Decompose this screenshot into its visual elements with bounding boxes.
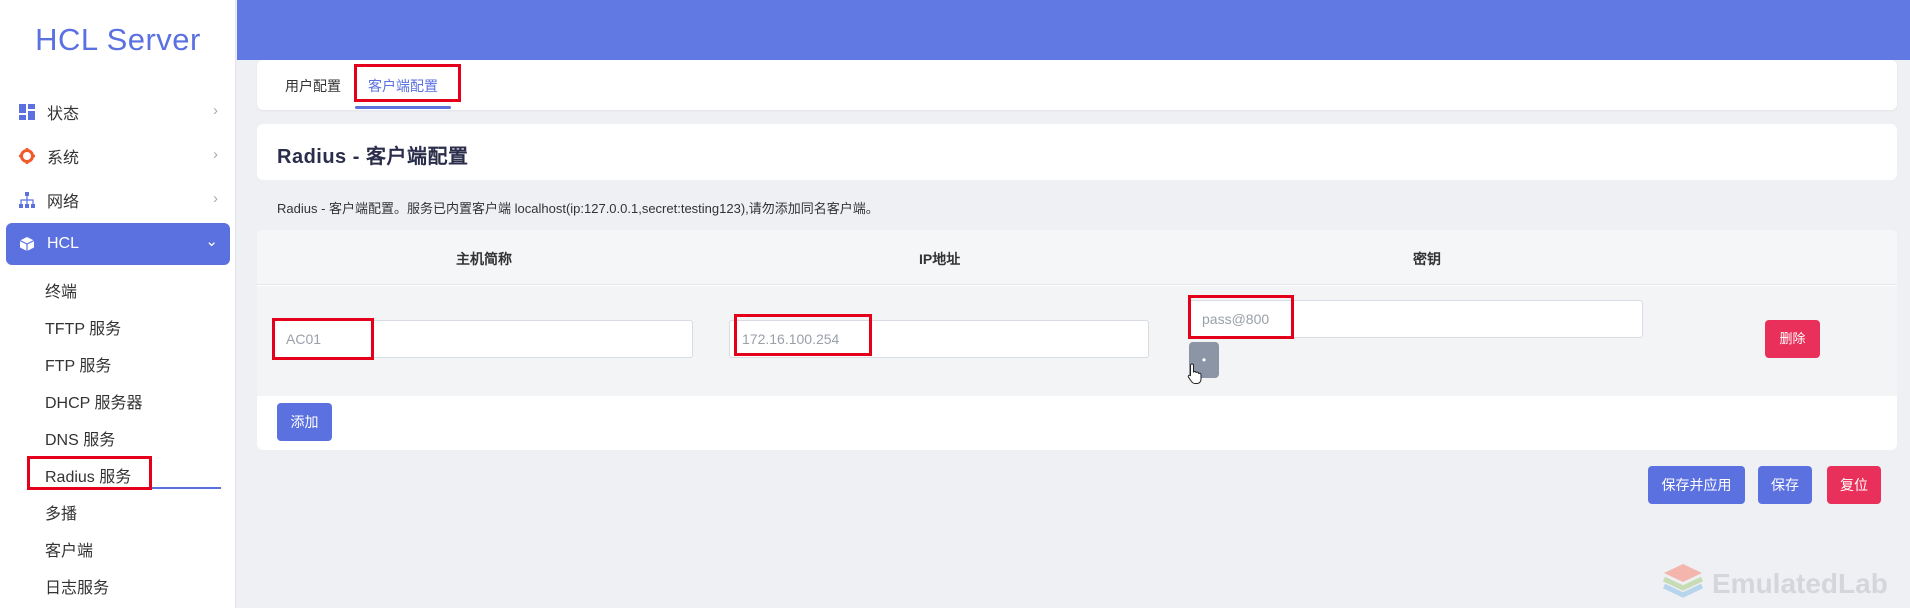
watermark-text: EmulatedLab (1712, 567, 1888, 599)
chevron-down-icon: ⌄ (205, 233, 218, 250)
active-tab-underline (355, 106, 451, 109)
tab-bar: 用户配置 客户端配置 (257, 60, 1897, 110)
top-header-bar (237, 0, 1910, 60)
sidebar-item-network[interactable]: 网络 › (6, 180, 230, 220)
sub-item-dhcp[interactable]: DHCP 服务器 (45, 389, 143, 413)
tab-client-config[interactable]: 客户端配置 (368, 76, 438, 96)
reset-button[interactable]: 复位 (1827, 466, 1881, 504)
table-header: 主机简称 IP地址 密钥 (257, 230, 1897, 285)
hand-cursor-icon (1187, 363, 1203, 390)
sub-item-radius[interactable]: Radius 服务 (45, 463, 131, 487)
sub-item-client[interactable]: 客户端 (45, 537, 93, 561)
table-row: AC01 172.16.100.254 pass@800 • 删除 (257, 286, 1897, 396)
delete-button[interactable]: 删除 (1765, 320, 1820, 358)
sidebar-item-label: 系统 (47, 150, 80, 167)
sidebar: HCL Server 状态 › 系统 › 网络 › HCL ⌄ 终端 TFTP … (0, 0, 236, 608)
sub-item-multicast[interactable]: 多播 (45, 500, 77, 524)
client-table: 主机简称 IP地址 密钥 AC01 172.16.100.254 pass@80… (257, 230, 1897, 450)
chevron-right-icon: › (213, 102, 218, 119)
host-name-input[interactable]: AC01 (273, 320, 693, 358)
dashboard-icon (18, 103, 36, 121)
sitemap-icon (18, 191, 36, 209)
active-sub-underline (45, 487, 221, 489)
cube-icon (18, 235, 36, 253)
secret-input[interactable]: pass@800 (1189, 300, 1643, 338)
save-button[interactable]: 保存 (1758, 466, 1812, 504)
sub-item-log[interactable]: 日志服务 (45, 574, 109, 598)
column-header-secret: 密钥 (1413, 251, 1441, 267)
page-title-card: Radius - 客户端配置 (257, 124, 1897, 180)
sidebar-item-system[interactable]: 系统 › (6, 136, 230, 176)
chevron-right-icon: › (213, 146, 218, 163)
watermark: EmulatedLab (1662, 562, 1888, 605)
sidebar-item-label: 状态 (47, 106, 80, 123)
sub-item-terminal[interactable]: 终端 (45, 278, 77, 302)
column-header-ip: IP地址 (919, 251, 961, 267)
column-header-host: 主机简称 (456, 251, 512, 267)
ip-address-input[interactable]: 172.16.100.254 (729, 320, 1149, 358)
sidebar-item-hcl[interactable]: HCL ⌄ (6, 223, 230, 265)
brand-title: HCL Server (35, 22, 201, 57)
add-button[interactable]: 添加 (277, 403, 332, 441)
sub-item-dns[interactable]: DNS 服务 (45, 426, 115, 450)
sidebar-item-label: 网络 (47, 194, 80, 211)
sub-item-ftp[interactable]: FTP 服务 (45, 352, 111, 376)
emulatedlab-logo-icon (1662, 562, 1704, 605)
page-description: Radius - 客户端配置。服务已内置客户端 localhost(ip:127… (277, 201, 879, 216)
page-title: Radius - 客户端配置 (277, 146, 469, 168)
sidebar-item-status[interactable]: 状态 › (6, 92, 230, 132)
save-apply-button[interactable]: 保存并应用 (1648, 466, 1745, 504)
chevron-right-icon: › (213, 190, 218, 207)
sidebar-item-label: HCL (47, 235, 80, 252)
sub-item-tftp[interactable]: TFTP 服务 (45, 315, 121, 339)
tab-user-config[interactable]: 用户配置 (285, 76, 341, 96)
gear-icon (18, 147, 36, 165)
